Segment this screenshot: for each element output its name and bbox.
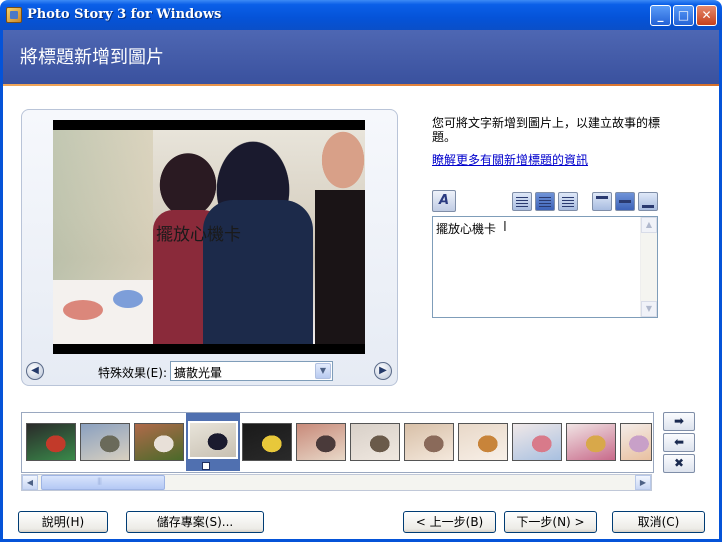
align-right-icon — [562, 197, 574, 207]
filmstrip-thumbnail[interactable] — [566, 423, 616, 461]
window-title: Photo Story 3 for Windows — [27, 7, 222, 22]
photo-preview: 擺放心機卡 — [53, 120, 365, 354]
position-middle-button[interactable] — [615, 192, 635, 211]
effect-label: 特殊效果(E): — [98, 366, 167, 380]
photo-title-overlay: 擺放心機卡 — [156, 225, 241, 245]
page-header: 將標題新增到圖片 — [3, 30, 719, 84]
filmstrip-scrollbar[interactable]: ◀ ▶ — [21, 474, 652, 491]
back-button[interactable]: < 上一步(B) — [403, 511, 496, 533]
align-right-button[interactable] — [558, 192, 578, 211]
header-accent-line — [3, 84, 719, 86]
photo-wall — [53, 130, 153, 280]
help-button[interactable]: 說明(H) — [18, 511, 108, 533]
align-center-button[interactable] — [535, 192, 555, 211]
align-left-button[interactable] — [512, 192, 532, 211]
effect-dropdown[interactable]: 擴散光暈 ▼ — [170, 361, 333, 381]
filmstrip-thumbnail[interactable] — [26, 423, 76, 461]
previous-picture-button[interactable]: ◀ — [26, 362, 44, 380]
filmstrip-thumbnail[interactable] — [134, 423, 184, 461]
effect-value: 擴散光暈 — [174, 366, 223, 380]
title-indicator-icon — [202, 462, 210, 470]
save-project-button[interactable]: 儲存專案(S)... — [126, 511, 264, 533]
scrollbar-thumb[interactable] — [41, 475, 165, 490]
text-scrollbar[interactable]: ▲ ▼ — [640, 217, 657, 317]
title-text-value: 擺放心機卡 — [436, 222, 497, 236]
move-left-button[interactable]: ⬅ — [663, 433, 695, 452]
move-right-button[interactable]: ➡ — [663, 412, 695, 431]
align-left-icon — [516, 197, 528, 207]
position-bottom-icon — [642, 205, 654, 208]
scroll-down-icon[interactable]: ▼ — [641, 301, 657, 317]
position-middle-icon — [619, 200, 631, 203]
filmstrip-thumbnail[interactable] — [512, 423, 562, 461]
photo-card-red — [63, 300, 103, 320]
next-button[interactable]: 下一步(N) > — [504, 511, 597, 533]
filmstrip-thumbnail[interactable] — [188, 421, 238, 459]
filmstrip-thumbnail[interactable] — [296, 423, 346, 461]
filmstrip-thumbnail[interactable] — [350, 423, 400, 461]
remove-picture-button[interactable]: ✖ — [663, 454, 695, 473]
text-cursor-icon: I — [503, 220, 507, 235]
filmstrip-thumbnail[interactable] — [620, 423, 652, 461]
font-button[interactable]: A — [432, 190, 456, 212]
filmstrip-thumbnail[interactable] — [242, 423, 292, 461]
window-frame-left — [0, 30, 3, 542]
chevron-down-icon[interactable]: ▼ — [315, 363, 331, 379]
scroll-up-icon[interactable]: ▲ — [641, 217, 657, 233]
close-button[interactable]: ✕ — [696, 5, 717, 26]
page-title: 將標題新增到圖片 — [20, 47, 164, 68]
filmstrip-thumbnail[interactable] — [458, 423, 508, 461]
filmstrip-thumbnail[interactable] — [404, 423, 454, 461]
position-top-button[interactable] — [592, 192, 612, 211]
scroll-left-icon[interactable]: ◀ — [22, 475, 38, 490]
photo-card-blue — [113, 290, 143, 308]
filmstrip-thumbnail[interactable] — [80, 423, 130, 461]
instructions-text: 您可將文字新增到圖片上，以建立故事的標題。 — [432, 116, 661, 144]
photo-person-right — [315, 190, 365, 344]
minimize-button[interactable]: _ — [650, 5, 671, 26]
position-bottom-button[interactable] — [638, 192, 658, 211]
scroll-right-icon[interactable]: ▶ — [635, 475, 651, 490]
title-text-input[interactable]: 擺放心機卡 I ▲ ▼ — [432, 216, 658, 318]
position-top-icon — [596, 196, 608, 199]
title-bar: Photo Story 3 for Windows _ □ ✕ — [0, 0, 722, 30]
align-center-icon — [539, 197, 551, 207]
next-picture-button[interactable]: ▶ — [374, 362, 392, 380]
font-icon: A — [439, 193, 450, 208]
cancel-button[interactable]: 取消(C) — [612, 511, 705, 533]
maximize-button[interactable]: □ — [673, 5, 694, 26]
help-link[interactable]: 瞭解更多有關新增標題的資訊 — [432, 151, 588, 168]
app-icon — [6, 7, 22, 23]
